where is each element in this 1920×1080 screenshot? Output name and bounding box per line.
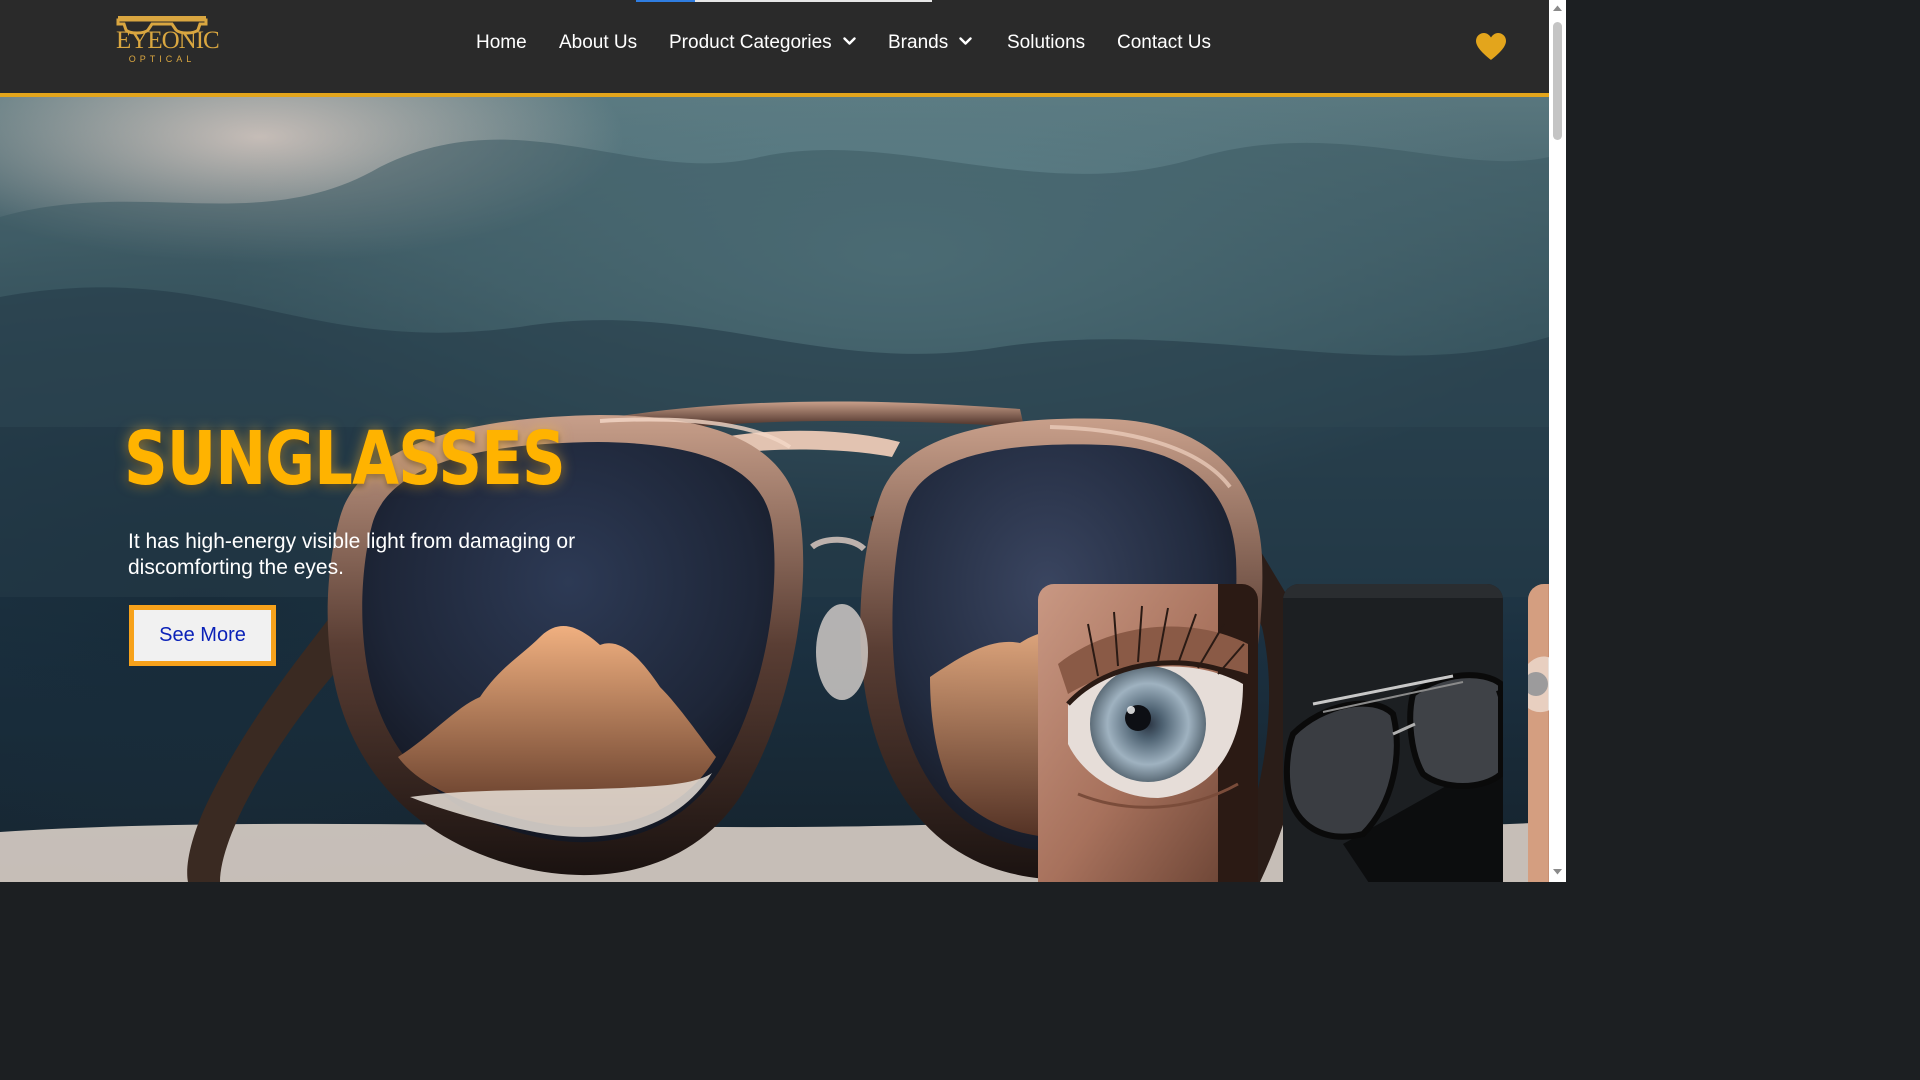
- nav-contact-us[interactable]: Contact Us: [1117, 29, 1211, 57]
- nav-about-us[interactable]: About Us: [559, 29, 637, 57]
- slide-card-eye[interactable]: [1038, 584, 1258, 882]
- scrollbar-thumb[interactable]: [1553, 22, 1562, 140]
- page-progress-bar: [636, 0, 932, 2]
- see-more-button[interactable]: See More: [129, 605, 276, 666]
- heart-icon: [1476, 33, 1506, 60]
- nav-home[interactable]: Home: [476, 29, 527, 57]
- hero-banner: SUNGLASSES It has high-energy visible li…: [0, 97, 1549, 882]
- black-eyeglasses-image: [1283, 584, 1503, 882]
- nav-solutions[interactable]: Solutions: [1007, 29, 1085, 57]
- slide-card-partial[interactable]: [1528, 584, 1549, 882]
- page-progress-fill: [636, 0, 696, 2]
- nav-about-us-label: About Us: [559, 32, 638, 53]
- partial-eye-image: [1528, 584, 1549, 882]
- scroll-down-arrow-icon[interactable]: [1552, 868, 1563, 876]
- wishlist-button[interactable]: [1474, 31, 1508, 61]
- nav-brands[interactable]: Brands: [888, 29, 973, 57]
- nav-product-categories-label: Product Categories: [669, 32, 832, 53]
- site-header: EYEONIC OPTICAL Home About Us Product Ca…: [0, 0, 1549, 97]
- scroll-up-arrow-icon[interactable]: [1552, 4, 1563, 12]
- hero-title: SUNGLASSES: [124, 416, 566, 502]
- main-nav: Home About Us Product Categories Brands …: [0, 29, 1549, 57]
- nav-solutions-label: Solutions: [1007, 32, 1086, 53]
- nav-product-categories[interactable]: Product Categories: [669, 29, 856, 57]
- nav-contact-us-label: Contact Us: [1117, 32, 1211, 53]
- page-scrollbar[interactable]: [1549, 0, 1566, 882]
- page: EYEONIC OPTICAL Home About Us Product Ca…: [0, 0, 1566, 882]
- chevron-down-icon: [959, 37, 973, 45]
- chevron-down-icon: [843, 37, 856, 45]
- nav-home-label: Home: [476, 32, 527, 53]
- slide-card-eyeglasses[interactable]: [1283, 584, 1503, 882]
- nav-brands-label: Brands: [888, 32, 949, 53]
- hero-description: It has high-energy visible light from da…: [128, 530, 576, 579]
- eye-closeup-image: [1038, 584, 1258, 882]
